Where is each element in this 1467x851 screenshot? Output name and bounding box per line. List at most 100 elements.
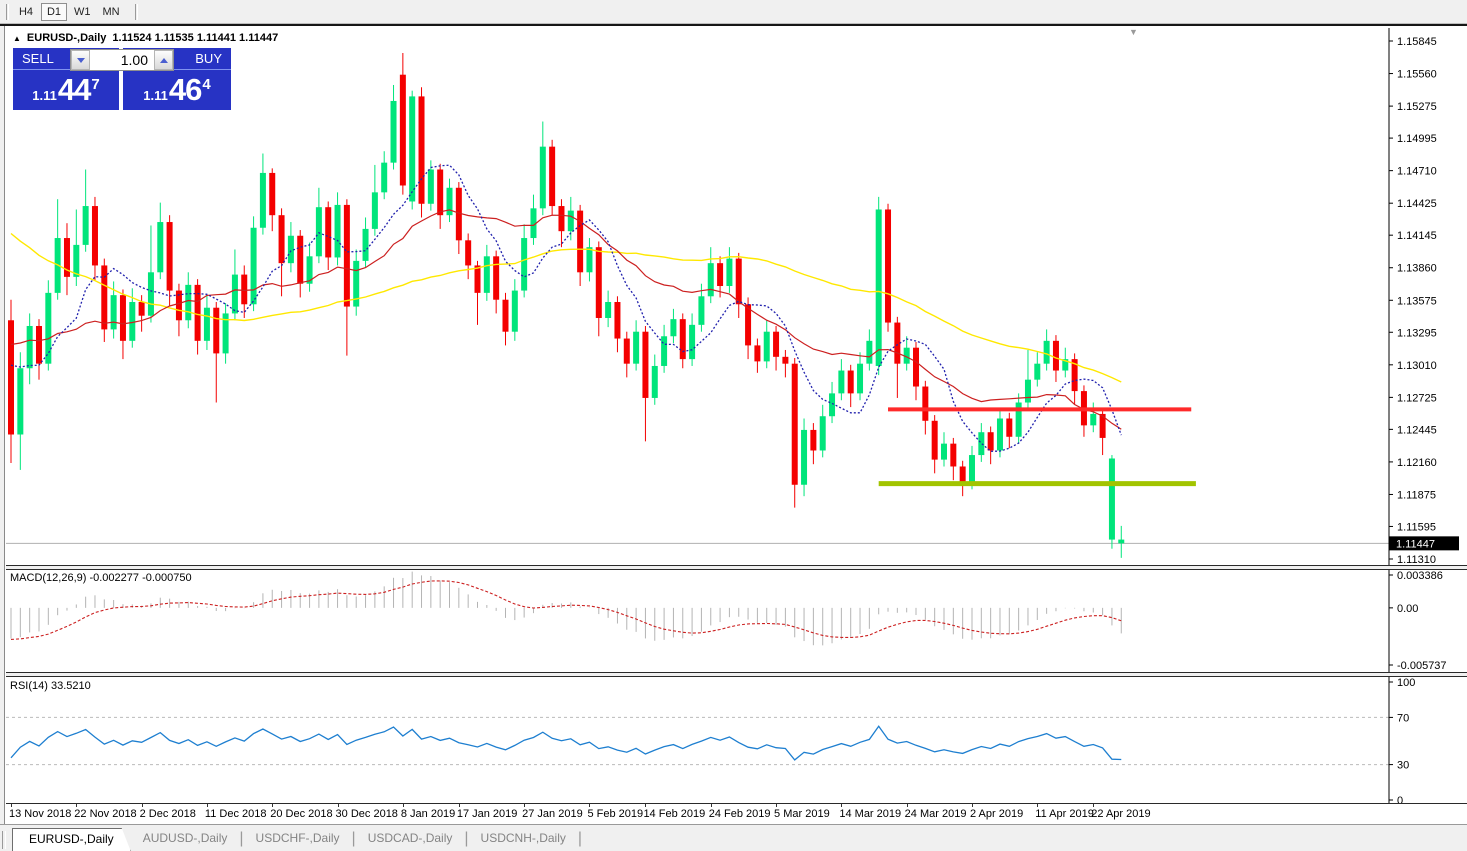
sell-price: 1.11 44 7 — [13, 70, 119, 110]
toolbar-separator — [134, 3, 138, 20]
date-tick-mark — [402, 804, 404, 807]
chart-title: ▲ EURUSD-,Daily 1.11524 1.11535 1.11441 … — [13, 32, 278, 44]
rsi-axis-label: 0 — [1397, 795, 1403, 803]
date-axis-label: 24 Mar 2019 — [904, 808, 967, 820]
date-axis-label: 20 Dec 2018 — [270, 808, 333, 820]
mt4-chart-window: H4 D1 W1 MN 1.15845 1.15560 1.15275 1.14995 1.1… — [0, 0, 1467, 851]
date-tick-mark — [458, 804, 460, 807]
date-tick-mark — [272, 804, 274, 807]
chart-tab-bar: EURUSD-,Daily AUDUSD-,Daily | USDCHF-,Daily… — [0, 824, 1467, 851]
date-axis-label: 13 Nov 2018 — [9, 808, 72, 820]
price-axis-label: 1.12160 — [1397, 457, 1437, 469]
price-axis-label: 1.14145 — [1397, 230, 1437, 242]
date-tick-mark — [841, 804, 843, 807]
price-axis-label: 1.12445 — [1397, 424, 1437, 436]
price-axis-label: 1.14710 — [1397, 166, 1437, 178]
date-axis-label: 2 Apr 2019 — [969, 808, 1024, 820]
buy-price-pip: 4 — [202, 76, 211, 93]
price-axis-label: 1.14995 — [1397, 133, 1437, 145]
one-click-trading-panel: SELL 1.11 44 7 BUY 1.11 46 4 — [13, 48, 231, 110]
date-axis-label: 11 Apr 2019 — [1035, 808, 1094, 820]
triangle-up-icon — [159, 57, 168, 63]
date-axis-label: 2 Dec 2018 — [139, 808, 196, 820]
sell-price-big: 44 — [57, 72, 91, 107]
date-tick-mark — [206, 804, 208, 807]
sell-price-pip: 7 — [91, 76, 100, 93]
date-tick-mark — [524, 804, 526, 807]
triangle-down-icon — [76, 57, 85, 63]
timeframe-button-w1[interactable]: W1 — [69, 3, 96, 21]
tab-separator: | — [577, 830, 583, 847]
timeframe-toolbar: H4 D1 W1 MN — [0, 0, 1467, 24]
macd-axis-label: 0.00 — [1397, 603, 1418, 615]
macd-axis-label: 0.003386 — [1397, 570, 1443, 582]
date-axis[interactable]: 13 Nov 2018 22 Nov 2018 2 Dec 2018 11 Dec 2… — [6, 803, 1467, 824]
date-tick-mark — [141, 804, 143, 807]
date-axis-label: 8 Jan 2019 — [400, 808, 456, 820]
price-axis-label: 1.13575 — [1397, 295, 1437, 307]
price-axis-label: 1.15845 — [1397, 36, 1437, 48]
timeframe-buttons: H4 D1 W1 MN — [13, 2, 127, 21]
date-axis-label: 5 Mar 2019 — [774, 808, 830, 820]
date-tick-mark — [11, 804, 12, 807]
tab-usdchf-daily[interactable]: USDCHF-,Daily — [244, 828, 352, 851]
rsi-axis-label: 30 — [1397, 760, 1409, 772]
volume-decrease-button[interactable] — [71, 50, 90, 70]
buy-price: 1.11 46 4 — [123, 70, 231, 110]
date-tick-mark — [645, 804, 647, 807]
price-axis-label: 1.15275 — [1397, 101, 1437, 113]
date-axis-label: 14 Mar 2019 — [839, 808, 902, 820]
timeframe-button-d1[interactable]: D1 — [41, 2, 67, 21]
volume-input[interactable] — [90, 50, 154, 70]
tab-usdcnh-daily[interactable]: USDCNH-,Daily — [469, 828, 578, 851]
current-bid-price-box: 1.11447 — [1396, 538, 1435, 550]
chart-tabs: EURUSD-,Daily AUDUSD-,Daily | USDCHF-,Daily… — [12, 828, 582, 851]
chart-ohlc-quotes: 1.11524 1.11535 1.11441 1.11447 — [112, 32, 279, 44]
tabbar-grip[interactable] — [2, 831, 6, 849]
rsi-axis-label: 70 — [1397, 712, 1409, 724]
chart-shift-marker-icon[interactable]: ▼ — [1129, 27, 1138, 37]
price-axis-label: 1.11310 — [1397, 554, 1436, 565]
price-axis-label: 1.12725 — [1397, 392, 1437, 404]
macd-indicator-canvas[interactable]: 0.003386 0.00 -0.005737 — [6, 570, 1459, 672]
tab-active-eurusd-daily[interactable]: EURUSD-,Daily — [12, 828, 131, 851]
timeframe-button-h4[interactable]: H4 — [13, 3, 39, 21]
chart-symbol-label: EURUSD-,Daily — [26, 32, 107, 44]
toolbar-grip[interactable] — [6, 3, 9, 20]
tab-audusd-daily[interactable]: AUDUSD-,Daily — [131, 828, 240, 851]
price-axis-label: 1.15560 — [1397, 69, 1437, 81]
timeframe-button-mn[interactable]: MN — [98, 3, 125, 21]
price-axis-label: 1.13010 — [1397, 360, 1437, 372]
rsi-indicator-label: RSI(14) 33.5210 — [10, 680, 91, 692]
collapse-panel-icon[interactable]: ▲ — [13, 34, 21, 43]
price-axis-label: 1.11875 — [1397, 489, 1436, 501]
date-tick-mark — [710, 804, 712, 807]
macd-indicator-label: MACD(12,26,9) -0.002277 -0.000750 — [10, 572, 192, 584]
date-tick-mark — [337, 804, 339, 807]
date-axis-label: 17 Jan 2019 — [456, 808, 518, 820]
chart-client-area: 1.15845 1.15560 1.15275 1.14995 1.14710 1.144… — [0, 24, 1467, 824]
date-axis-label: 30 Dec 2018 — [335, 808, 398, 820]
date-axis-label: 22 Nov 2018 — [74, 808, 137, 820]
volume-increase-button[interactable] — [154, 50, 173, 70]
date-axis-label: 24 Feb 2019 — [708, 808, 771, 820]
rsi-axis-label: 100 — [1397, 677, 1415, 689]
date-tick-mark — [971, 804, 973, 807]
date-tick-mark — [776, 804, 778, 807]
volume-spinner — [70, 49, 174, 71]
date-tick-mark — [589, 804, 591, 807]
date-axis-label: 5 Feb 2019 — [587, 808, 644, 820]
tab-usdcad-daily[interactable]: USDCAD-,Daily — [356, 828, 465, 851]
rsi-indicator-canvas[interactable]: 100 70 30 0 — [6, 677, 1459, 803]
date-tick-mark — [1093, 804, 1095, 807]
date-axis-label: 22 Apr 2019 — [1091, 808, 1151, 820]
price-axis-label: 1.14425 — [1397, 198, 1437, 210]
date-tick-mark — [906, 804, 908, 807]
buy-price-prefix: 1.11 — [143, 88, 168, 103]
date-axis-label: 27 Jan 2019 — [522, 808, 583, 820]
price-axis-label: 1.11595 — [1397, 521, 1436, 533]
date-axis-label: 14 Feb 2019 — [643, 808, 706, 820]
date-axis-label: 11 Dec 2018 — [204, 808, 267, 820]
date-tick-mark — [76, 804, 78, 807]
sell-price-prefix: 1.11 — [32, 88, 57, 103]
